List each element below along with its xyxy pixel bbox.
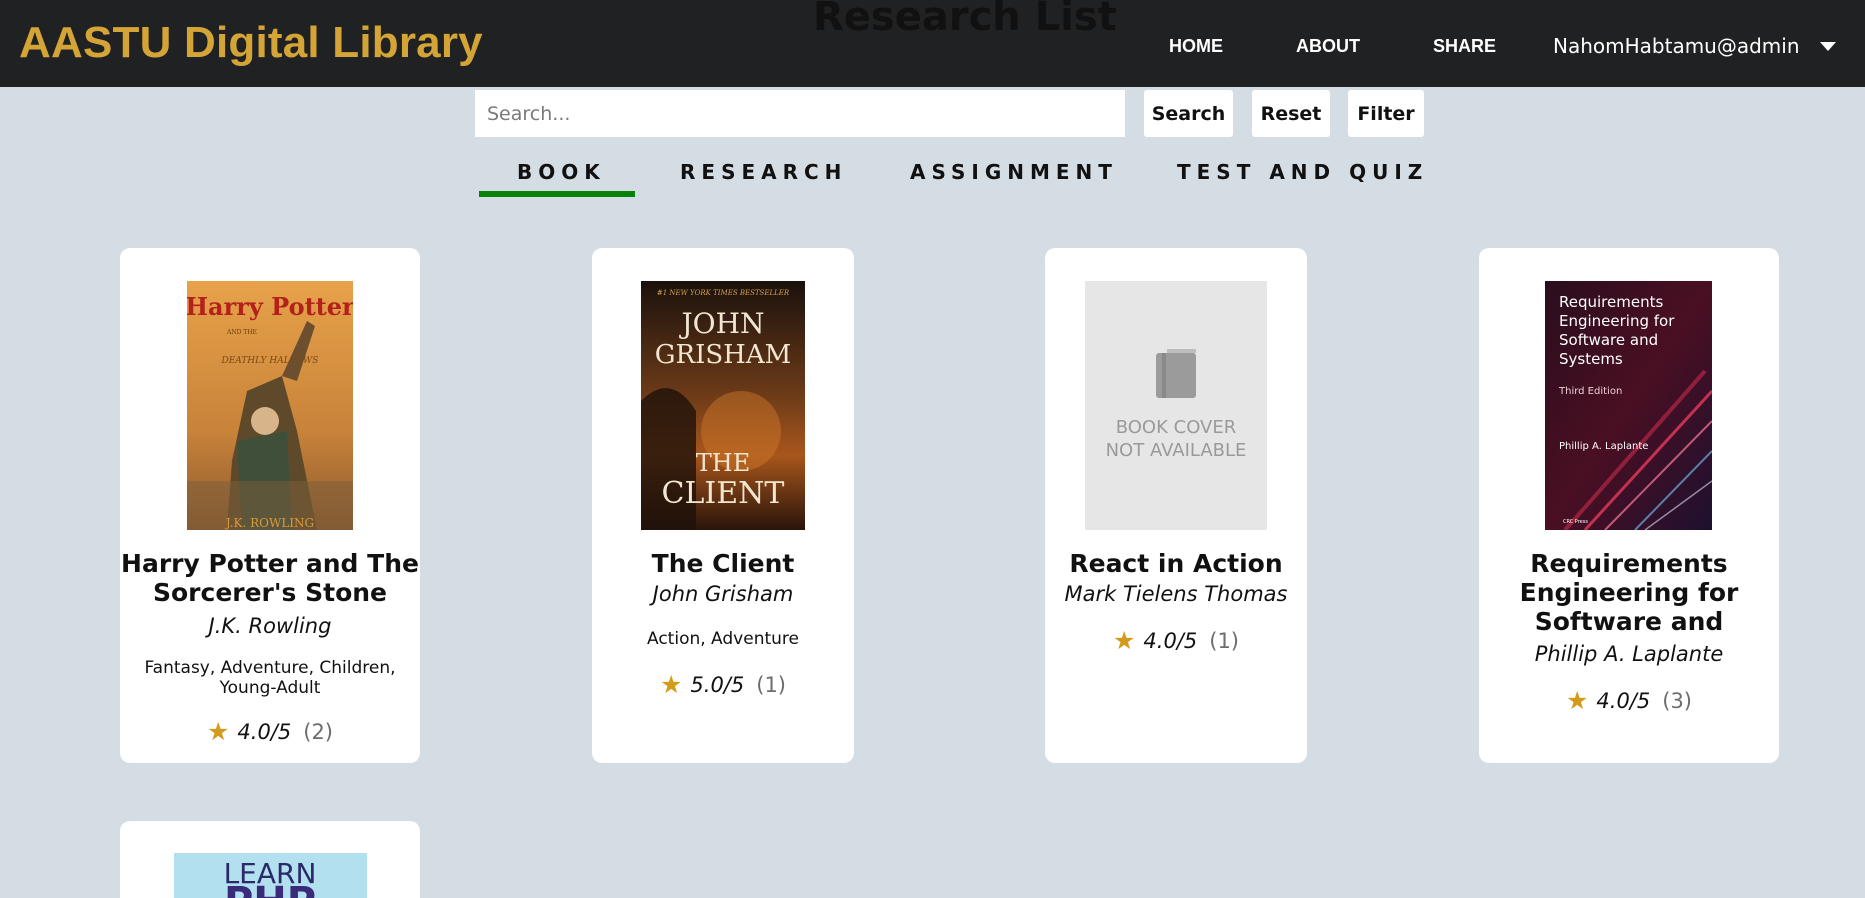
cover-publisher: CRC Press	[1563, 519, 1588, 525]
cover-placeholder-line2: NOT AVAILABLE	[1106, 440, 1247, 461]
book-cover-image: Harry Potter AND THE DEATHLY HALLOWS J.K…	[187, 281, 353, 530]
tab-test-and-quiz[interactable]: TEST AND QUIZ	[1177, 160, 1428, 184]
cover-edition: Third Edition	[1558, 386, 1622, 397]
book-title: Harry Potter and The Sorcerer's Stone	[121, 549, 419, 607]
cover-sub-text: AND THE	[226, 329, 257, 336]
book-cover-image: Requirements Engineering for Software an…	[1545, 281, 1712, 530]
chevron-down-icon	[1819, 41, 1836, 51]
filter-button[interactable]: Filter	[1348, 90, 1424, 137]
nav-home-link[interactable]: HOME	[1169, 36, 1223, 57]
book-cover-image: LEARN PHP	[174, 853, 367, 898]
book-icon	[1156, 349, 1196, 398]
rating-score: 4.0/5	[1596, 688, 1651, 713]
cover-title-line1: Requirements	[1559, 293, 1663, 311]
tab-assignment[interactable]: ASSIGNMENT	[910, 160, 1118, 184]
star-icon: ★	[1565, 686, 1589, 715]
book-author: Phillip A. Laplante	[1534, 642, 1724, 666]
cover-placeholder-line1: BOOK COVER	[1116, 417, 1237, 438]
book-title: React in Action	[1069, 549, 1283, 578]
book-card[interactable]: BOOK COVER NOT AVAILABLE React in Action…	[1045, 248, 1307, 763]
book-cover-placeholder: BOOK COVER NOT AVAILABLE	[1085, 281, 1267, 530]
search-button[interactable]: Search	[1144, 90, 1233, 137]
book-author: John Grisham	[652, 582, 794, 606]
book-rating: ★ 4.0/5 (1)	[1045, 626, 1307, 655]
tab-book[interactable]: BOOK	[517, 160, 606, 184]
cover-title-line2: CLIENT	[662, 476, 785, 511]
book-card[interactable]: Harry Potter AND THE DEATHLY HALLOWS J.K…	[120, 248, 420, 763]
cover-title-line3: Software and	[1559, 331, 1658, 349]
cover-title-text: Harry Potter	[187, 292, 353, 321]
cover-author-line1: JOHN	[678, 307, 764, 340]
book-author: J.K. Rowling	[208, 614, 332, 638]
star-icon: ★	[659, 670, 683, 699]
book-title: The Client	[651, 549, 795, 578]
active-tab-indicator	[479, 191, 635, 197]
nav-about-link[interactable]: ABOUT	[1296, 36, 1360, 57]
top-navbar: AASTU Digital Library Research List HOME…	[0, 0, 1865, 87]
star-icon: ★	[206, 717, 230, 746]
cover-subtitle-text: DEATHLY HALLOWS	[221, 356, 319, 366]
cover-title-line2: Engineering for	[1559, 312, 1675, 330]
rating-score: 5.0/5	[690, 672, 745, 697]
cover-tagline: #1 NEW YORK TIMES BESTSELLER	[657, 289, 790, 297]
cover-title-line1: THE	[696, 449, 750, 477]
rating-count: (1)	[1209, 628, 1239, 653]
cover-sub-text: PHP	[224, 879, 316, 898]
page-title: Research List	[813, 0, 1117, 40]
book-cover-image: #1 NEW YORK TIMES BESTSELLER JOHN GRISHA…	[641, 281, 805, 530]
cover-author-text: J.K. ROWLING	[224, 516, 314, 530]
cover-author-line2: GRISHAM	[655, 340, 792, 370]
nav-share-link[interactable]: SHARE	[1433, 36, 1496, 57]
book-genres: Fantasy, Adventure, Children, Young-Adul…	[144, 658, 396, 698]
cover-title-line4: Systems	[1559, 350, 1623, 368]
book-title: Requirements Engineering for Software an…	[1519, 549, 1739, 636]
book-rating: ★ 4.0/5 (3)	[1479, 686, 1779, 715]
user-menu-dropdown[interactable]: NahomHabtamu@admin	[1553, 34, 1836, 58]
tab-research[interactable]: RESEARCH	[680, 160, 847, 184]
rating-score: 4.0/5	[1143, 628, 1198, 653]
star-icon: ★	[1112, 626, 1136, 655]
book-rating: ★ 4.0/5 (2)	[120, 717, 420, 746]
book-card[interactable]: #1 NEW YORK TIMES BESTSELLER JOHN GRISHA…	[592, 248, 854, 763]
rating-score: 4.0/5	[237, 719, 292, 744]
rating-count: (3)	[1662, 688, 1692, 713]
brand-logo-text[interactable]: AASTU Digital Library	[19, 18, 483, 68]
rating-count: (1)	[756, 672, 786, 697]
cover-author-text: Phillip A. Laplante	[1559, 441, 1648, 452]
user-name: NahomHabtamu@admin	[1553, 34, 1800, 58]
book-rating: ★ 5.0/5 (1)	[592, 670, 854, 699]
book-card[interactable]: Requirements Engineering for Software an…	[1479, 248, 1779, 763]
book-card[interactable]: LEARN PHP	[120, 821, 420, 898]
book-author: Mark Tielens Thomas	[1064, 582, 1288, 606]
rating-count: (2)	[303, 719, 333, 744]
book-genres: Action, Adventure	[647, 629, 799, 649]
reset-button[interactable]: Reset	[1252, 90, 1330, 137]
search-input[interactable]	[475, 90, 1125, 137]
